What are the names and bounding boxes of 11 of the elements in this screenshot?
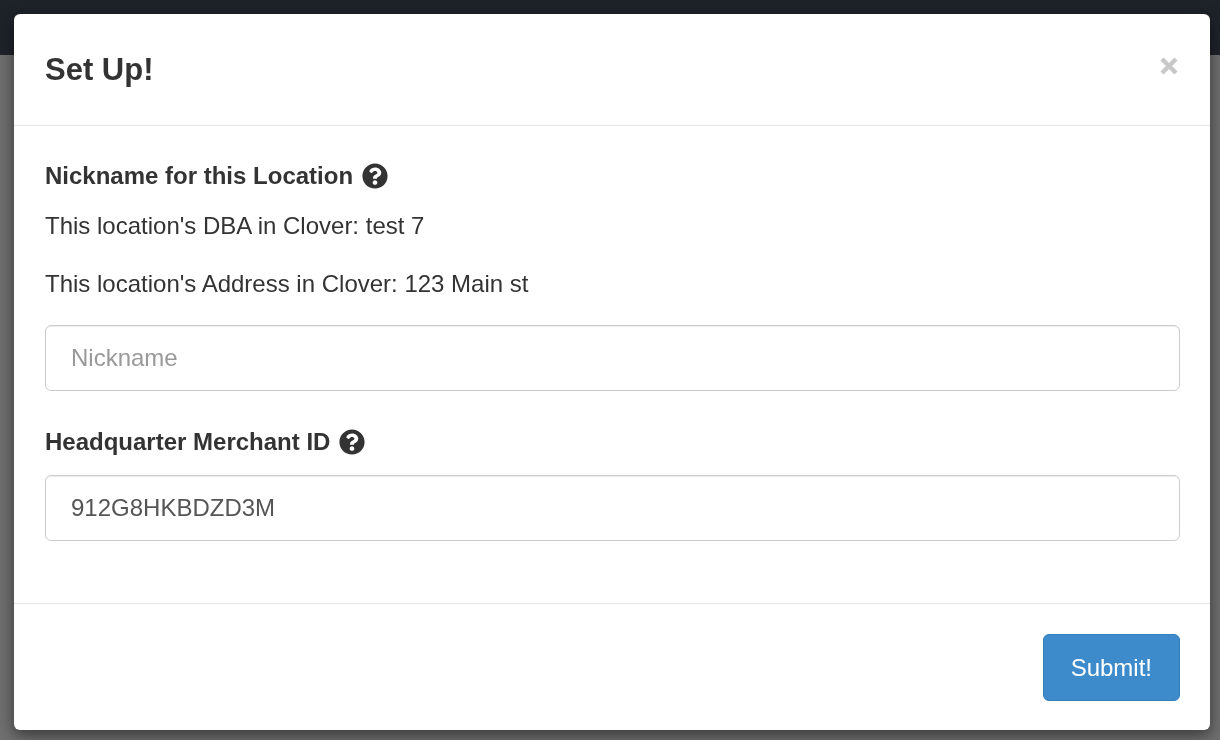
text-input-field[interactable]: Nickname <box>45 325 1180 391</box>
help-icon[interactable] <box>339 429 366 455</box>
text-input-field[interactable]: 912G8HKBDZD3M <box>45 475 1180 541</box>
submit-button[interactable]: Submit! <box>1042 634 1180 701</box>
field-label: Nickname for this Location <box>45 161 354 191</box>
close-icon <box>1159 55 1179 76</box>
info-text: This location's Address in Clover: 123 Main st <box>45 269 529 299</box>
modal-title: Set Up! <box>45 50 154 89</box>
info-text: This location's DBA in Clover: test 7 <box>45 211 425 241</box>
field-label: Headquarter Merchant ID <box>45 427 331 457</box>
help-icon[interactable] <box>362 163 389 189</box>
